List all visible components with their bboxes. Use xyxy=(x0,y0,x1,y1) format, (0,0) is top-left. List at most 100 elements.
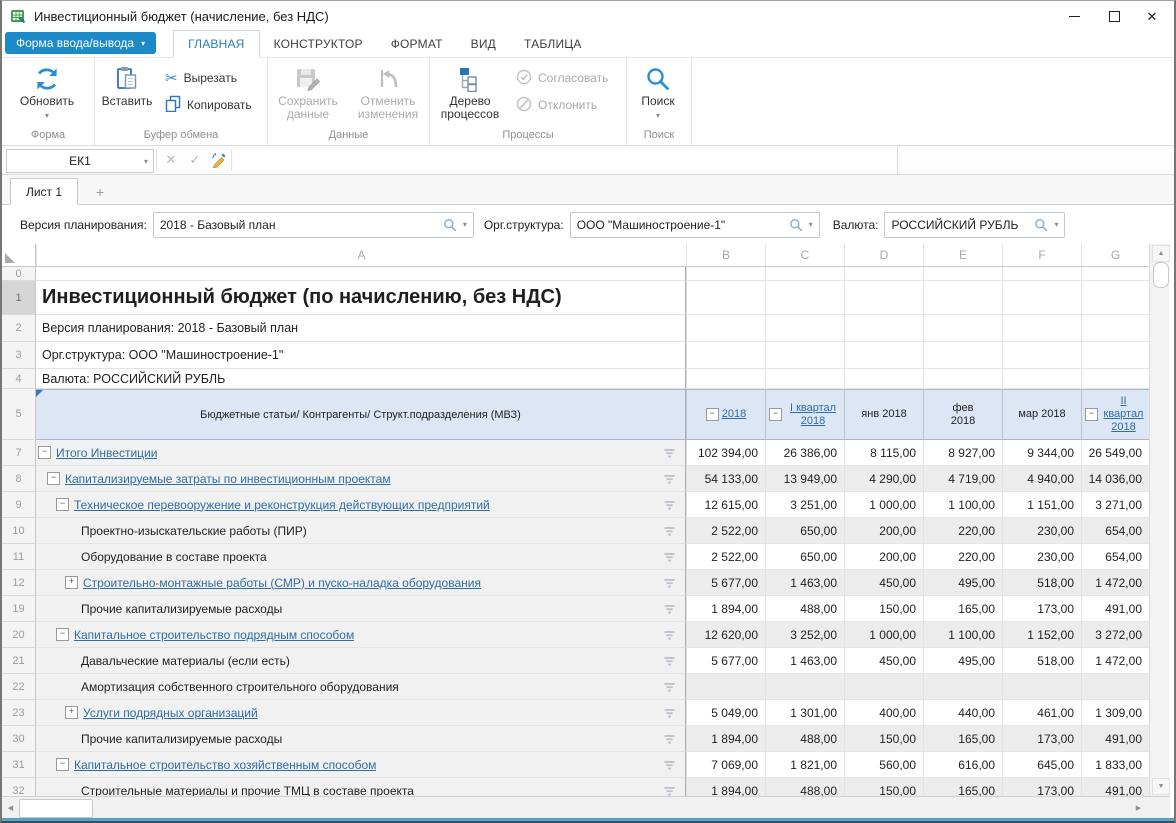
cell-B4[interactable] xyxy=(686,369,765,389)
cell-C12[interactable]: 1 463,00 xyxy=(765,570,844,596)
row-filter-icon[interactable] xyxy=(664,709,675,718)
column-header-G[interactable]: G xyxy=(1081,244,1149,266)
row-filter-icon[interactable] xyxy=(664,605,675,614)
cell-G19[interactable]: 491,00 xyxy=(1081,596,1149,622)
cell-E4[interactable] xyxy=(923,369,1002,389)
cell-D30[interactable]: 150,00 xyxy=(844,726,923,752)
row-expand-toggle[interactable]: + xyxy=(65,706,78,719)
cell-G32[interactable]: 491,00 xyxy=(1081,778,1149,796)
row-collapse-toggle[interactable]: − xyxy=(38,446,51,459)
row-header-7[interactable]: 7 xyxy=(2,440,36,466)
cell-D12[interactable]: 450,00 xyxy=(844,570,923,596)
row-label-cell-31[interactable]: −Капитальное строительство хозяйственным… xyxy=(36,752,686,778)
edit-formula-button[interactable] xyxy=(208,149,230,171)
cell-G10[interactable]: 654,00 xyxy=(1081,518,1149,544)
row-label-cell-23[interactable]: +Услуги подрядных организаций xyxy=(36,700,686,726)
row-header-23[interactable]: 23 xyxy=(2,700,36,726)
cell-F23[interactable]: 461,00 xyxy=(1002,700,1081,726)
row-header-5[interactable]: 5 xyxy=(2,389,36,440)
cell-B12[interactable]: 5 677,00 xyxy=(686,570,765,596)
cell-G21[interactable]: 1 472,00 xyxy=(1081,648,1149,674)
cell-G11[interactable]: 654,00 xyxy=(1081,544,1149,570)
row-header-22[interactable]: 22 xyxy=(2,674,36,700)
cell-B32[interactable]: 1 894,00 xyxy=(686,778,765,796)
cell-E11[interactable]: 220,00 xyxy=(923,544,1002,570)
cell-E5[interactable]: фев 2018 xyxy=(923,389,1002,440)
row-label-cell-4[interactable]: Валюта: РОССИЙСКИЙ РУБЛЬ xyxy=(36,369,686,389)
row-label-cell-32[interactable]: Строительные материалы и прочие ТМЦ в со… xyxy=(36,778,686,796)
cell-G31[interactable]: 1 833,00 xyxy=(1081,752,1149,778)
cell-C1[interactable] xyxy=(765,281,844,315)
search-button[interactable]: Поиск ▾ xyxy=(627,60,689,122)
cell-F7[interactable]: 9 344,00 xyxy=(1002,440,1081,466)
cell-E31[interactable]: 616,00 xyxy=(923,752,1002,778)
column-header-D[interactable]: D xyxy=(844,244,923,266)
cell-G4[interactable] xyxy=(1081,369,1149,389)
cell-F4[interactable] xyxy=(1002,369,1081,389)
row-label[interactable]: Капитальное строительство подрядным спос… xyxy=(74,628,354,642)
cell-D23[interactable]: 400,00 xyxy=(844,700,923,726)
horizontal-scrollbar[interactable]: ◀ ▶ xyxy=(2,796,1170,818)
column-period-label[interactable]: II квартал 2018 xyxy=(1101,395,1146,434)
cell-C0[interactable] xyxy=(765,267,844,281)
row-filter-icon[interactable] xyxy=(664,475,675,484)
cell-D0[interactable] xyxy=(844,267,923,281)
cell-D3[interactable] xyxy=(844,342,923,369)
cell-E2[interactable] xyxy=(923,315,1002,342)
row-header-19[interactable]: 19 xyxy=(2,596,36,622)
cell-B31[interactable]: 7 069,00 xyxy=(686,752,765,778)
cell-G5[interactable]: −II квартал 2018 xyxy=(1081,389,1149,440)
cell-E23[interactable]: 440,00 xyxy=(923,700,1002,726)
process-tree-button[interactable]: Дерево процессов xyxy=(430,60,510,121)
cell-E9[interactable]: 1 100,00 xyxy=(923,492,1002,518)
cell-F22[interactable] xyxy=(1002,674,1081,700)
column-header-A[interactable]: A xyxy=(36,244,686,266)
cell-G20[interactable]: 3 272,00 xyxy=(1081,622,1149,648)
cell-F20[interactable]: 1 152,00 xyxy=(1002,622,1081,648)
tab-tablica[interactable]: ТАБЛИЦА xyxy=(510,31,596,57)
column-header-E[interactable]: E xyxy=(923,244,1002,266)
column-period-label[interactable]: I квартал 2018 xyxy=(785,402,841,428)
org-structure-combo[interactable]: ООО "Машиностроение-1" ▾ xyxy=(570,212,820,238)
row-label[interactable]: Капитальное строительство хозяйственным … xyxy=(74,758,376,772)
cell-B30[interactable]: 1 894,00 xyxy=(686,726,765,752)
row-header-31[interactable]: 31 xyxy=(2,752,36,778)
cell-D10[interactable]: 200,00 xyxy=(844,518,923,544)
cell-F1[interactable] xyxy=(1002,281,1081,315)
row-label[interactable]: Капитализируемые затраты по инвестиционн… xyxy=(65,472,391,486)
maximize-button[interactable] xyxy=(1094,1,1134,31)
row-header-9[interactable]: 9 xyxy=(2,492,36,518)
cell-B21[interactable]: 5 677,00 xyxy=(686,648,765,674)
cell-C23[interactable]: 1 301,00 xyxy=(765,700,844,726)
cell-D7[interactable]: 8 115,00 xyxy=(844,440,923,466)
cell-E32[interactable]: 165,00 xyxy=(923,778,1002,796)
add-sheet-button[interactable]: + xyxy=(96,184,104,200)
row-label-cell-3[interactable]: Орг.структура: ООО "Машиностроение-1" xyxy=(36,342,686,369)
cell-F0[interactable] xyxy=(1002,267,1081,281)
row-label-cell-7[interactable]: −Итого Инвестиции xyxy=(36,440,686,466)
row-header-11[interactable]: 11 xyxy=(2,544,36,570)
cell-C30[interactable]: 488,00 xyxy=(765,726,844,752)
cell-F3[interactable] xyxy=(1002,342,1081,369)
cell-F19[interactable]: 173,00 xyxy=(1002,596,1081,622)
row-label-cell-19[interactable]: Прочие капитализируемые расходы xyxy=(36,596,686,622)
row-expand-toggle[interactable]: + xyxy=(65,576,78,589)
cell-E12[interactable]: 495,00 xyxy=(923,570,1002,596)
cut-button[interactable]: ✂ Вырезать xyxy=(159,69,258,87)
row-header-2[interactable]: 2 xyxy=(2,315,36,342)
cell-D22[interactable] xyxy=(844,674,923,700)
row-label[interactable]: Итого Инвестиции xyxy=(56,446,157,460)
row-label-cell-9[interactable]: −Техническое перевооружение и реконструк… xyxy=(36,492,686,518)
row-collapse-toggle[interactable]: − xyxy=(47,472,60,485)
cell-name-box[interactable]: ЕК1 ▾ xyxy=(6,149,154,173)
cell-D20[interactable]: 1 000,00 xyxy=(844,622,923,648)
cell-B19[interactable]: 1 894,00 xyxy=(686,596,765,622)
cell-F12[interactable]: 518,00 xyxy=(1002,570,1081,596)
cell-F11[interactable]: 230,00 xyxy=(1002,544,1081,570)
cell-E10[interactable]: 220,00 xyxy=(923,518,1002,544)
cell-B11[interactable]: 2 522,00 xyxy=(686,544,765,570)
cell-G3[interactable] xyxy=(1081,342,1149,369)
cell-B10[interactable]: 2 522,00 xyxy=(686,518,765,544)
sheet-tab-list1[interactable]: Лист 1 xyxy=(10,178,78,205)
cell-D1[interactable] xyxy=(844,281,923,315)
